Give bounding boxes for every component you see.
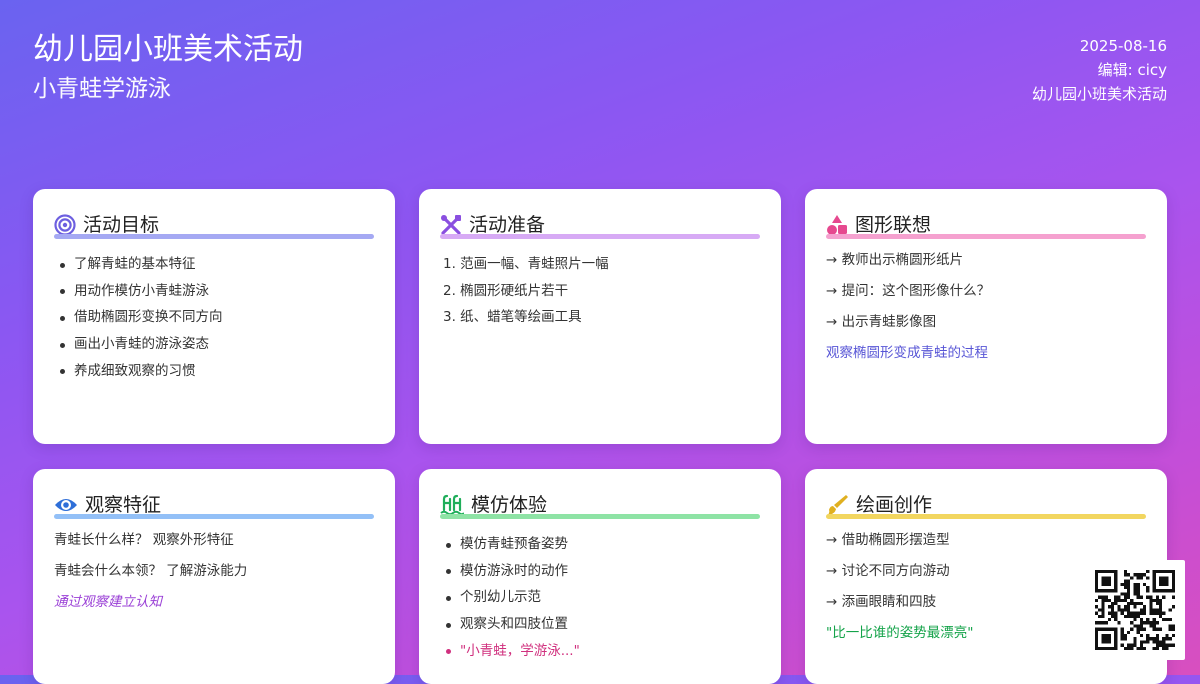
list-item: 个别幼儿示范 (440, 584, 760, 611)
list-item: 借助椭圆形变换不同方向 (54, 304, 374, 331)
list-item: 养成细致观察的习惯 (54, 358, 374, 385)
header: 幼儿园小班美术活动 小青蛙学游泳 (33, 30, 303, 105)
card-imitation: 模仿体验 模仿青蛙预备姿势 模仿游泳时的动作 个别幼儿示范 观察头和四肢位置 "… (419, 469, 781, 684)
list-item: 3. 纸、蜡笔等绘画工具 (443, 309, 582, 326)
list-item: → 提问：这个图形像什么？ (826, 283, 991, 299)
swimmer-icon (440, 494, 465, 516)
card-observation: 观察特征 青蛙长什么样？ 观察外形特征 青蛙会什么本领？ 了解游泳能力 通过观察… (33, 469, 395, 684)
title-underline (440, 234, 760, 239)
list-item: 青蛙长什么样？ 观察外形特征 (54, 532, 234, 548)
tools-icon (440, 214, 462, 236)
list-item: 2. 椭圆形硬纸片若干 (443, 282, 569, 299)
list-item: 模仿青蛙预备姿势 (440, 531, 760, 558)
card-preparation: 活动准备 1. 范画一幅、青蛙照片一幅 2. 椭圆形硬纸片若干 3. 纸、蜡笔等… (419, 189, 781, 444)
page-subtitle: 小青蛙学游泳 (33, 76, 171, 102)
title-underline (54, 234, 374, 239)
chant-item: "小青蛙，学游泳..." (440, 638, 760, 665)
header-meta: 2025-08-16 编辑: cicy 幼儿园小班美术活动 (1032, 34, 1167, 106)
page-title: 幼儿园小班美术活动 (33, 32, 303, 67)
card-note: 通过观察建立认知 (54, 594, 162, 610)
title-underline (54, 514, 374, 519)
list-item: → 教师出示椭圆形纸片 (826, 252, 964, 268)
list-item: 1. 范画一幅、青蛙照片一幅 (443, 256, 609, 272)
list-item: 观察头和四肢位置 (440, 611, 760, 638)
category-text: 幼儿园小班美术活动 (1031, 85, 1167, 103)
eye-icon (54, 494, 77, 516)
list-item: 用动作模仿小青蛙游泳 (54, 278, 374, 305)
list-item: → 出示青蛙影像图 (826, 314, 937, 330)
title-underline (826, 514, 1146, 519)
qr-code[interactable] (1085, 560, 1185, 660)
date-text: 2025-08-16 (1079, 37, 1167, 55)
editor-text: 编辑: cicy (1097, 61, 1167, 79)
card-note: 观察椭圆形变成青蛙的过程 (826, 345, 988, 361)
target-icon (54, 214, 76, 236)
card-shape-association: 图形联想 → 教师出示椭圆形纸片 → 提问：这个图形像什么？ → 出示青蛙影像图… (805, 189, 1167, 444)
card-goals: 活动目标 了解青蛙的基本特征 用动作模仿小青蛙游泳 借助椭圆形变换不同方向 画出… (33, 189, 395, 444)
title-underline (440, 514, 760, 519)
title-underline (826, 234, 1146, 239)
qr-code-icon (1095, 570, 1175, 650)
list-item: 模仿游泳时的动作 (440, 558, 760, 585)
list-item: 青蛙会什么本领？ 了解游泳能力 (54, 563, 248, 579)
paintbrush-icon (826, 494, 848, 516)
list-item: 画出小青蛙的游泳姿态 (54, 331, 374, 358)
list-item: → 借助椭圆形摆造型 (826, 532, 950, 548)
shapes-icon (826, 214, 848, 236)
list-item: 了解青蛙的基本特征 (54, 251, 374, 278)
